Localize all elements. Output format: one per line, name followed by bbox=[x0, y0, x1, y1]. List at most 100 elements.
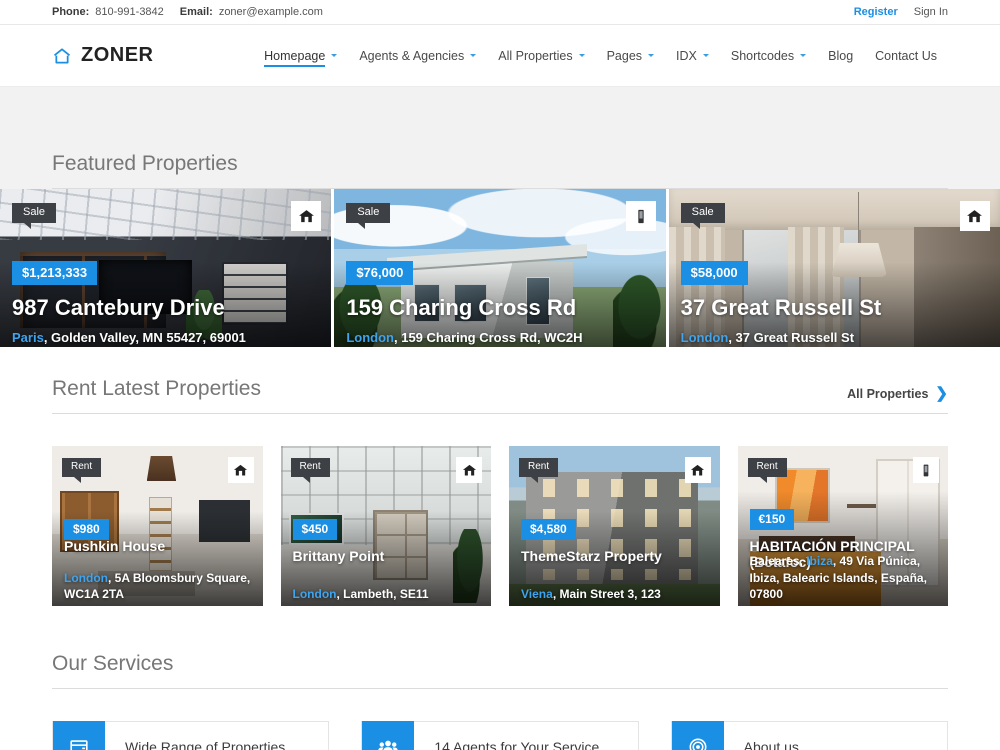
house-icon[interactable] bbox=[959, 201, 990, 231]
property-region: Baleares, bbox=[749, 554, 807, 569]
property-title[interactable]: 159 Charing Cross Rd bbox=[346, 295, 576, 321]
nav-item-agents-agencies[interactable]: Agents & Agencies bbox=[348, 49, 487, 63]
property-city[interactable]: London bbox=[346, 330, 394, 345]
site-logo[interactable]: ZONER bbox=[52, 44, 154, 67]
nav-item-idx[interactable]: IDX bbox=[665, 49, 720, 63]
main-navigation: Homepage Agents & Agencies All Propertie… bbox=[253, 49, 948, 67]
rent-card[interactable]: Rent €150 HABITACIÓN PRINCIPAL (Botafoc)… bbox=[737, 446, 948, 606]
rent-card[interactable]: Rent $450 Brittany Point London, Lambeth… bbox=[280, 446, 491, 606]
nav-label: IDX bbox=[676, 48, 697, 63]
topbar-account-links: Register Sign In bbox=[854, 6, 948, 18]
services-title: Our Services bbox=[52, 652, 174, 675]
chevron-down-icon bbox=[578, 54, 585, 57]
service-label: About us bbox=[743, 739, 799, 750]
property-city[interactable]: Ibiza bbox=[806, 554, 833, 568]
target-circles-icon bbox=[671, 721, 724, 750]
services-grid: Wide Range of Properties 14 Agents for Y… bbox=[52, 721, 948, 750]
email-contact: Email: zoner@example.com bbox=[180, 6, 323, 18]
property-title[interactable]: ThemeStarz Property bbox=[521, 548, 710, 564]
chevron-down-icon bbox=[331, 54, 338, 57]
property-city[interactable]: London bbox=[293, 587, 337, 601]
price-badge: $76,000 bbox=[346, 261, 414, 285]
property-address: London, 37 Great Russell St bbox=[681, 330, 988, 345]
photo-detail bbox=[146, 455, 177, 482]
status-badge: Rent bbox=[519, 458, 559, 483]
property-address: London, Lambeth, SE11 bbox=[293, 586, 480, 602]
utility-topbar: Phone: 810-991-3842 Email: zoner@example… bbox=[0, 0, 1000, 25]
apartment-icon[interactable] bbox=[913, 457, 939, 483]
nav-label: Agents & Agencies bbox=[359, 48, 465, 63]
nav-item-contact-us[interactable]: Contact Us bbox=[864, 49, 948, 63]
service-label: Wide Range of Properties bbox=[125, 739, 286, 750]
services-section: Our Services Wide Range of Properties 14… bbox=[0, 652, 1000, 750]
rent-card[interactable]: Rent $4,580 ThemeStarz Property Viena, M… bbox=[509, 446, 720, 606]
rent-title: Rent Latest Properties bbox=[52, 377, 261, 400]
site-header: ZONER Homepage Agents & Agencies All Pro… bbox=[0, 25, 1000, 87]
featured-card[interactable]: Sale $58,000 37 Great Russell St London,… bbox=[668, 189, 1000, 347]
property-address: London, 159 Charing Cross Rd, WC2H bbox=[346, 330, 653, 345]
property-city[interactable]: London bbox=[681, 330, 729, 345]
price-badge: €150 bbox=[749, 509, 795, 530]
status-badge: Sale bbox=[12, 203, 57, 229]
service-card-about[interactable]: About us bbox=[670, 721, 948, 750]
nav-label: All Properties bbox=[498, 48, 573, 63]
service-card-agents[interactable]: 14 Agents for Your Service bbox=[361, 721, 639, 750]
status-badge: Sale bbox=[346, 203, 391, 229]
agents-group-icon bbox=[362, 721, 415, 750]
signin-link[interactable]: Sign In bbox=[914, 6, 948, 18]
property-address: Baleares, Ibiza, 49 Via Púnica, Ibiza, B… bbox=[750, 553, 937, 602]
photo-detail bbox=[857, 192, 859, 245]
status-badge: Rent bbox=[290, 458, 330, 483]
phone-value[interactable]: 810-991-3842 bbox=[95, 6, 164, 18]
price-badge: $450 bbox=[292, 519, 338, 540]
property-address: Viena, Main Street 3, 123 bbox=[521, 586, 708, 602]
nav-item-all-properties[interactable]: All Properties bbox=[487, 49, 595, 63]
house-outline-icon bbox=[52, 46, 72, 66]
register-link[interactable]: Register bbox=[854, 6, 898, 18]
nav-label: Pages bbox=[606, 48, 643, 63]
price-badge: $4,580 bbox=[521, 519, 576, 540]
phone-label: Phone: bbox=[52, 6, 90, 18]
chevron-right-icon: ❯ bbox=[935, 385, 948, 402]
apartment-icon[interactable] bbox=[625, 201, 656, 231]
property-city[interactable]: Viena bbox=[521, 587, 553, 601]
section-divider bbox=[52, 413, 948, 414]
all-properties-link[interactable]: All Properties ❯ bbox=[847, 386, 948, 413]
property-street: , 159 Charing Cross Rd, WC2H bbox=[393, 330, 583, 345]
property-title[interactable]: 37 Great Russell St bbox=[681, 295, 882, 321]
rent-card[interactable]: Rent $980 Pushkin House London, 5A Bloom… bbox=[52, 446, 263, 606]
house-icon[interactable] bbox=[684, 457, 711, 483]
price-badge: $1,213,333 bbox=[12, 261, 98, 285]
nav-item-shortcodes[interactable]: Shortcodes bbox=[720, 49, 817, 63]
featured-section-header: Featured Properties bbox=[0, 87, 1000, 189]
property-title[interactable]: 987 Cantebury Drive bbox=[12, 295, 225, 321]
price-badge: $58,000 bbox=[680, 261, 748, 285]
property-window-icon bbox=[53, 721, 105, 750]
chevron-down-icon bbox=[470, 54, 477, 57]
status-badge: Rent bbox=[62, 458, 102, 483]
nav-item-homepage[interactable]: Homepage bbox=[253, 49, 348, 67]
rent-section: Rent Latest Properties All Properties ❯ … bbox=[0, 347, 1000, 606]
featured-card[interactable]: Sale $76,000 159 Charing Cross Rd London… bbox=[334, 189, 666, 347]
property-city[interactable]: London bbox=[64, 571, 108, 585]
featured-card[interactable]: Sale $1,213,333 987 Cantebury Drive Pari… bbox=[0, 189, 332, 347]
property-title[interactable]: Pushkin House bbox=[64, 538, 253, 554]
property-city[interactable]: Paris bbox=[12, 330, 44, 345]
service-label: 14 Agents for Your Service bbox=[434, 739, 600, 750]
chevron-down-icon bbox=[702, 54, 709, 57]
phone-contact: Phone: 810-991-3842 bbox=[52, 6, 164, 18]
logo-text: ZONER bbox=[81, 44, 154, 66]
email-value[interactable]: zoner@example.com bbox=[219, 6, 323, 18]
house-icon[interactable] bbox=[456, 457, 482, 483]
house-icon[interactable] bbox=[291, 201, 322, 231]
nav-item-pages[interactable]: Pages bbox=[596, 49, 665, 63]
property-title[interactable]: Brittany Point bbox=[293, 548, 482, 564]
nav-label: Blog bbox=[828, 48, 854, 63]
rent-properties-grid: Rent $980 Pushkin House London, 5A Bloom… bbox=[52, 446, 948, 606]
email-label: Email: bbox=[179, 6, 213, 18]
house-icon[interactable] bbox=[227, 457, 254, 483]
service-card-properties[interactable]: Wide Range of Properties bbox=[52, 721, 330, 750]
all-properties-label: All Properties bbox=[847, 386, 929, 401]
featured-properties-strip: Sale $1,213,333 987 Cantebury Drive Pari… bbox=[0, 189, 1000, 347]
nav-item-blog[interactable]: Blog bbox=[817, 49, 864, 63]
